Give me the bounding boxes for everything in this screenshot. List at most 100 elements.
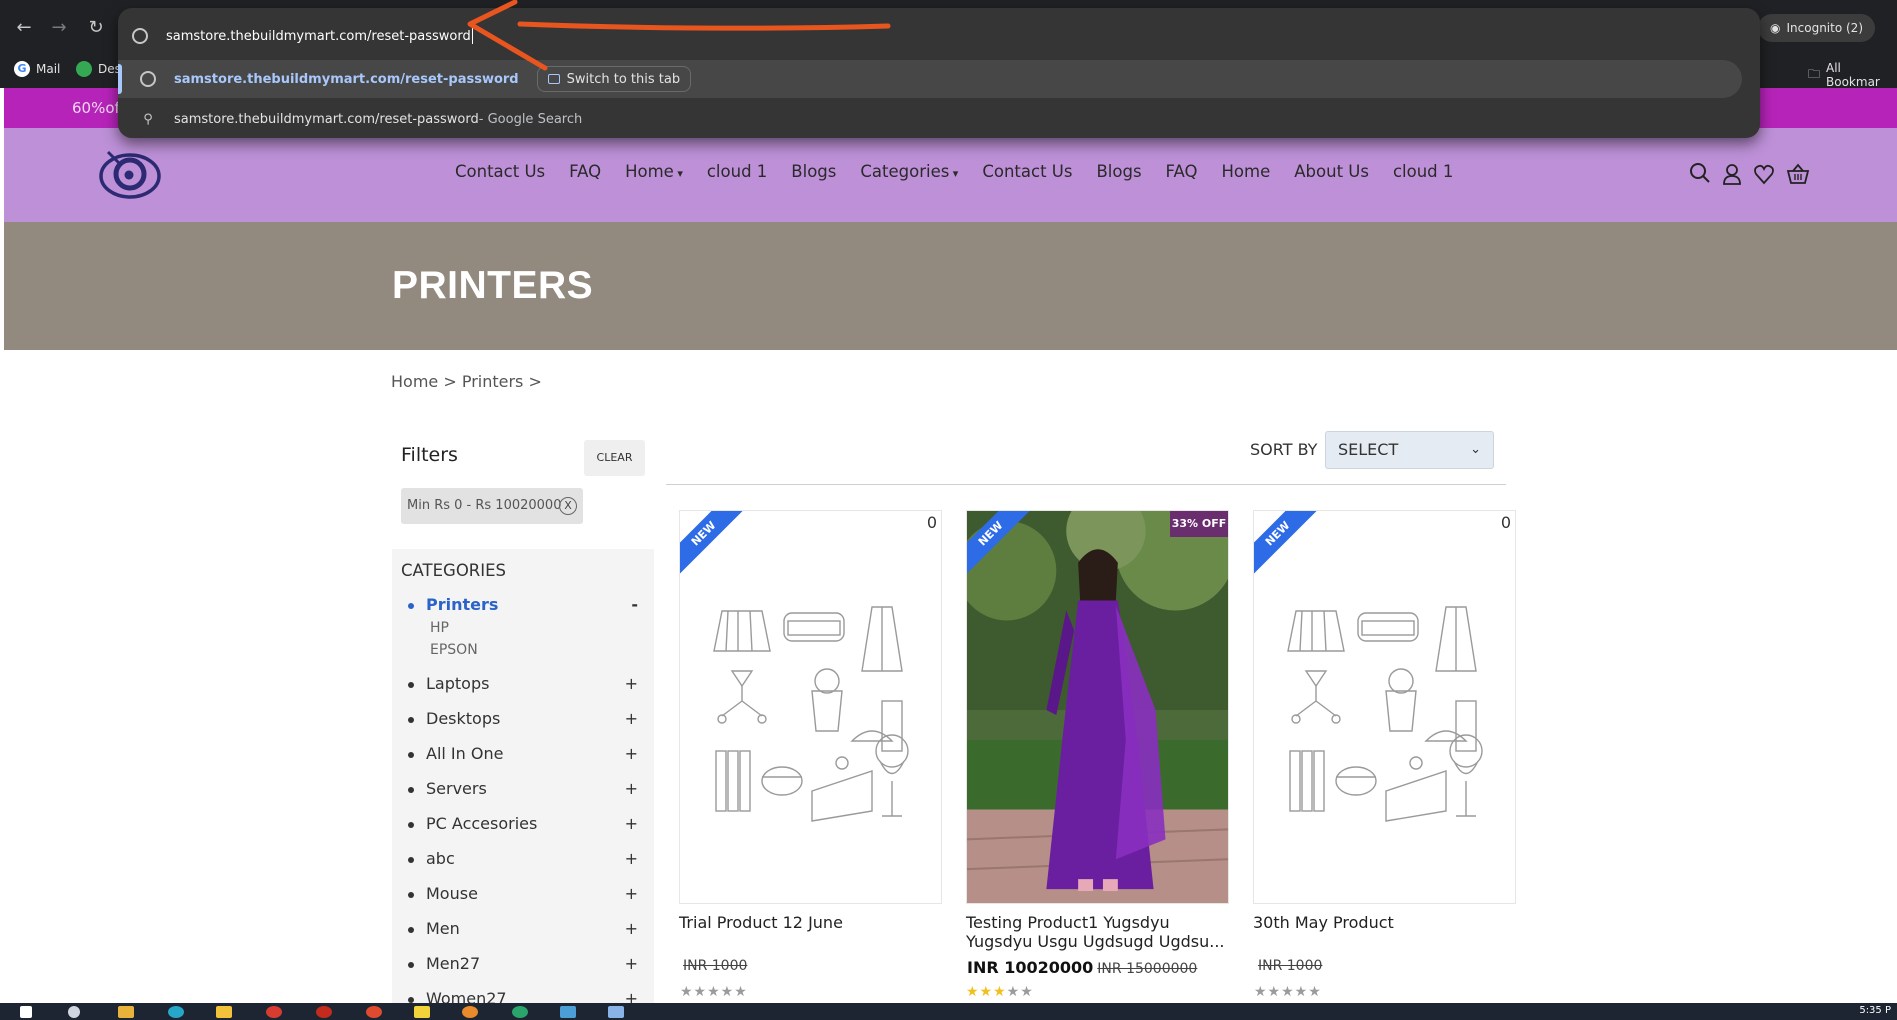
expand-toggle[interactable]: +	[625, 954, 638, 973]
menu-categories-dropdown[interactable]: Categories	[860, 162, 958, 181]
app-icon[interactable]	[316, 1006, 332, 1018]
bookmark-des[interactable]: Des	[76, 61, 121, 77]
product-card[interactable]: NEW 33% OFF	[966, 510, 1229, 904]
address-bar[interactable]: samstore.thebuildmymart.com/reset-passwo…	[132, 16, 1746, 56]
clear-filters-button[interactable]: CLEAR	[584, 440, 645, 476]
menu-blogs-2[interactable]: Blogs	[1096, 162, 1141, 181]
remove-filter-icon[interactable]: X	[559, 497, 577, 515]
category-laptops[interactable]: Laptops +	[408, 674, 638, 709]
category-printers[interactable]: Printers -	[408, 595, 638, 630]
windows-start-icon[interactable]	[20, 1006, 32, 1018]
wishlist-count: 0	[922, 513, 941, 532]
app-icon[interactable]	[462, 1006, 478, 1018]
product-card[interactable]: NEW 0	[1253, 510, 1516, 904]
category-men[interactable]: Men +	[408, 919, 638, 954]
switch-to-tab-button[interactable]: Switch to this tab	[536, 66, 692, 92]
menu-cloud-1[interactable]: cloud 1	[707, 162, 767, 181]
site-header: Contact Us FAQ Home cloud 1 Blogs Catego…	[4, 128, 1897, 222]
category-all-in-one[interactable]: All In One +	[408, 744, 638, 779]
category-list: Printers - HP EPSON Laptops + Desktops + Al…	[408, 595, 638, 1020]
suggestion-switch-tab[interactable]: samstore.thebuildmymart.com/reset-passwo…	[118, 60, 1742, 98]
cart-icon[interactable]	[1785, 162, 1811, 186]
expand-toggle[interactable]: +	[625, 674, 638, 693]
breadcrumb[interactable]: Home > Printers >	[391, 372, 542, 391]
menu-about-us[interactable]: About Us	[1294, 162, 1369, 181]
expand-toggle[interactable]: +	[625, 849, 638, 868]
menu-contact-us-2[interactable]: Contact Us	[982, 162, 1072, 181]
app-icon[interactable]	[512, 1006, 528, 1018]
product-title[interactable]: Testing Product1 Yugsdyu Yugsdyu Usgu Ug…	[966, 913, 1234, 951]
forward-icon[interactable]: →	[47, 16, 71, 40]
category-abc[interactable]: abc +	[408, 849, 638, 884]
menu-blogs[interactable]: Blogs	[791, 162, 836, 181]
user-icon[interactable]	[1721, 162, 1743, 186]
product-title[interactable]: Trial Product 12 June	[679, 913, 947, 932]
categories-panel: CATEGORIES Printers - HP EPSON Laptops + D…	[392, 549, 654, 1020]
site-icon	[76, 61, 92, 77]
omnibox-dropdown: samstore.thebuildmymart.com/reset-passwo…	[118, 8, 1760, 138]
back-icon[interactable]: ←	[12, 16, 36, 40]
expand-toggle[interactable]: +	[625, 814, 638, 833]
star-rating: ★★★★★	[966, 984, 1034, 1000]
folder-icon[interactable]	[216, 1006, 232, 1018]
incognito-button[interactable]: ◉ Incognito (2)	[1758, 14, 1875, 42]
sort-select[interactable]: SELECT ⌄	[1325, 431, 1494, 469]
categories-title: CATEGORIES	[401, 561, 507, 580]
menu-cloud-1-2[interactable]: cloud 1	[1393, 162, 1453, 181]
menu-faq-2[interactable]: FAQ	[1166, 162, 1198, 181]
reload-icon[interactable]: ↻	[84, 16, 108, 40]
incognito-icon: ◉	[1770, 21, 1781, 35]
main-menu: Contact Us FAQ Home cloud 1 Blogs Catego…	[455, 162, 1477, 181]
expand-toggle[interactable]: +	[625, 779, 638, 798]
star-rating: ★★★★★	[680, 984, 748, 1000]
divider	[666, 484, 1506, 485]
product-title[interactable]: 30th May Product	[1253, 913, 1521, 932]
address-input[interactable]: samstore.thebuildmymart.com/reset-passwo…	[166, 29, 471, 44]
product-card[interactable]: NEW 0	[679, 510, 942, 904]
category-mouse[interactable]: Mouse +	[408, 884, 638, 919]
menu-faq[interactable]: FAQ	[569, 162, 601, 181]
collapse-toggle[interactable]: -	[631, 595, 638, 614]
app-icon[interactable]	[366, 1006, 382, 1018]
product-price: INR 1000	[683, 958, 748, 974]
product-price: INR 1000	[1258, 958, 1323, 974]
category-desktops[interactable]: Desktops +	[408, 709, 638, 744]
search-icon[interactable]	[68, 1006, 80, 1018]
category-pc-accesories[interactable]: PC Accesories +	[408, 814, 638, 849]
bookmark-mail[interactable]: G Mail	[14, 61, 60, 77]
chrome-icon[interactable]	[266, 1006, 282, 1018]
placeholder-illustration	[1287, 606, 1483, 822]
expand-toggle[interactable]: +	[625, 919, 638, 938]
logo[interactable]	[98, 142, 162, 206]
filters-title: Filters	[401, 444, 458, 466]
suggestion-google-search[interactable]: ⚲ samstore.thebuildmymart.com/reset-pass…	[118, 100, 1742, 138]
app-icon[interactable]	[118, 1006, 134, 1018]
all-bookmarks[interactable]: 🗀 All Bookmar	[1808, 61, 1897, 89]
category-servers[interactable]: Servers +	[408, 779, 638, 814]
app-icon[interactable]	[560, 1006, 576, 1018]
chevron-down-icon: ⌄	[1470, 442, 1481, 457]
globe-icon	[140, 71, 156, 87]
heart-icon[interactable]	[1753, 162, 1775, 186]
menu-contact-us[interactable]: Contact Us	[455, 162, 545, 181]
expand-toggle[interactable]: +	[625, 744, 638, 763]
expand-toggle[interactable]: +	[625, 709, 638, 728]
category-men27[interactable]: Men27 +	[408, 954, 638, 989]
expand-toggle[interactable]: +	[625, 884, 638, 903]
menu-home-dropdown[interactable]: Home	[625, 162, 683, 181]
edge-icon[interactable]	[168, 1006, 184, 1018]
page-title: PRINTERS	[392, 264, 594, 307]
placeholder-illustration	[713, 606, 909, 822]
product-photo	[967, 511, 1228, 903]
app-icon[interactable]	[608, 1006, 624, 1018]
discount-badge: 33% OFF	[1170, 511, 1228, 537]
app-icon[interactable]	[414, 1006, 430, 1018]
globe-icon	[132, 28, 148, 44]
search-icon[interactable]	[1689, 162, 1711, 186]
new-ribbon: NEW	[680, 511, 746, 576]
tab-icon	[547, 74, 560, 84]
menu-home-2[interactable]: Home	[1222, 162, 1271, 181]
price-range-chip: Min Rs 0 - Rs 10020000 X	[401, 488, 583, 524]
subcategory-epson[interactable]: EPSON	[430, 642, 638, 664]
text-caret	[471, 28, 473, 44]
